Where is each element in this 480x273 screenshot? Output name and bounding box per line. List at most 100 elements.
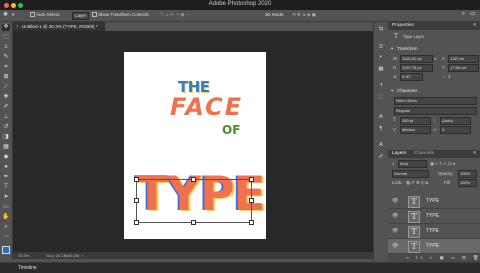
3d-mode-icons[interactable]: ⟲ ✥ ⇲ ◈ ▣ [292, 12, 316, 18]
layer-row[interactable]: 👁︎ T TYPE [388, 224, 480, 239]
crop-tool-icon[interactable]: ⌗ [2, 64, 10, 71]
tool-preset-chevron-icon[interactable]: ▾ [12, 12, 14, 18]
hand-tool-icon[interactable]: ✋ [2, 214, 10, 221]
width-field[interactable]: 1020.52 px [400, 55, 433, 63]
swatches-icon[interactable]: ▦ [377, 66, 385, 73]
link-icon[interactable]: ∞ [434, 56, 437, 61]
font-size-field[interactable]: 250 pt [400, 117, 431, 125]
timeline-label[interactable]: Timeline [18, 265, 37, 271]
color-icon[interactable]: ◐ [377, 54, 385, 61]
tab-channels[interactable]: Channels [414, 151, 434, 156]
transform-handle[interactable] [249, 220, 254, 225]
tracking-field[interactable]: 0 [440, 126, 471, 134]
history-brush-tool-icon[interactable]: ↺ [2, 124, 10, 131]
visibility-eye-icon[interactable]: 👁︎ [392, 228, 398, 234]
paragraph-icon[interactable]: ¶ [377, 126, 385, 133]
x-label: X [442, 56, 445, 61]
stamp-tool-icon[interactable]: ⊥ [2, 114, 10, 121]
show-transform-checkbox[interactable]: Show Transform Controls [92, 12, 149, 18]
quick-select-tool-icon[interactable]: ✎ [2, 54, 10, 61]
kerning-field[interactable]: Metrics [400, 126, 431, 134]
x-field[interactable]: 1.82 cm [448, 55, 479, 63]
transform-handle[interactable] [249, 177, 254, 182]
transform-handle[interactable] [134, 177, 139, 182]
dodge-tool-icon[interactable]: ● [2, 164, 10, 171]
zoom-level[interactable]: 30.3% [18, 253, 29, 258]
glyphs-icon[interactable]: A [377, 142, 385, 149]
frame-tool-icon[interactable]: ⊠ [2, 74, 10, 81]
align-icons[interactable]: ⊤ ⊥ ⊢ ⊣ ⊞ ⋯ [160, 12, 190, 18]
flip-icons[interactable]: ⇔ ⇕ [442, 74, 451, 80]
tab-layers[interactable]: Layers [392, 151, 406, 156]
styles-icon[interactable]: ⬚ [377, 94, 385, 101]
panel-menu-icon[interactable]: ≡ [473, 22, 476, 30]
history-icon[interactable]: ⏲ [377, 44, 385, 51]
lasso-tool-icon[interactable]: ↄ [2, 44, 10, 51]
visibility-eye-icon[interactable]: 👁︎ [392, 213, 398, 219]
opacity-field[interactable]: 100% [458, 170, 477, 178]
character-collapse-icon[interactable]: ▾ [391, 88, 393, 94]
transform-bounding-box[interactable] [136, 179, 252, 223]
adjustments-icon[interactable]: ◑ [377, 82, 385, 89]
layer-kind-label: Type Layer [403, 34, 425, 39]
status-menu-chevron-icon[interactable]: › [82, 253, 83, 258]
transform-handle[interactable] [249, 198, 254, 203]
brush-tool-icon[interactable]: ✐ [2, 104, 10, 111]
pen-tool-icon[interactable]: ✒ [2, 174, 10, 181]
close-tab-icon[interactable]: × [16, 24, 19, 29]
gradient-tool-icon[interactable]: ▦ [2, 144, 10, 151]
w-label: W [393, 56, 398, 61]
panel-menu-icon[interactable]: ≡ [473, 150, 476, 158]
move-tool-icon[interactable]: ✥ [3, 11, 8, 18]
libraries-icon[interactable]: ⇆ [377, 26, 385, 33]
workspace-icon[interactable]: ▭ [470, 11, 475, 17]
transform-handle[interactable] [191, 220, 196, 225]
font-style-dropdown[interactable]: Regular [394, 107, 477, 115]
healing-brush-tool-icon[interactable]: ✚ [2, 94, 10, 101]
transform-handle[interactable] [134, 220, 139, 225]
character-icon[interactable]: A [377, 114, 385, 121]
transform-handle[interactable] [134, 198, 139, 203]
transform-collapse-icon[interactable]: ▾ [391, 46, 393, 52]
auto-select-dropdown[interactable]: Layer [72, 12, 90, 20]
zoom-tool-icon[interactable]: ⌕ [2, 224, 10, 231]
layer-name: TYPE [426, 213, 440, 219]
height-field[interactable]: 1129.75 px [400, 64, 433, 72]
more-tools-icon[interactable]: ⋯ [2, 234, 10, 241]
filter-kind-dropdown[interactable]: Kind [398, 160, 427, 168]
auto-select-checkbox[interactable]: Auto-Select: [30, 12, 61, 18]
document-canvas[interactable]: THE FACE OF TYPE [124, 52, 266, 239]
document-tab[interactable]: × Untitled-1 @ 30.3% (TYPE, RGB/8) * [13, 22, 105, 31]
artwork-text-face: FACE [170, 93, 244, 121]
eraser-tool-icon[interactable]: ◨ [2, 134, 10, 141]
transform-handle[interactable] [191, 177, 196, 182]
properties-title: Properties [392, 23, 414, 28]
fill-field[interactable]: 100% [458, 179, 477, 187]
search-icon[interactable]: ⌕ [462, 11, 465, 18]
blend-mode-dropdown[interactable]: Normal [392, 170, 429, 178]
blur-tool-icon[interactable]: ◆ [2, 154, 10, 161]
path-select-tool-icon[interactable]: ➤ [2, 194, 10, 201]
move-tool-icon[interactable]: ✥ [2, 24, 10, 31]
filter-icons[interactable]: ▣ ◐ T ▭ ⊡ ● [430, 161, 455, 167]
type-tool-icon[interactable]: T [2, 184, 10, 191]
angle-field[interactable]: 0.00° [400, 73, 423, 81]
font-family-dropdown[interactable]: Retro Vibes [394, 97, 477, 105]
layer-name: TYPE [426, 243, 440, 249]
foreground-color-swatch[interactable] [2, 246, 10, 254]
marquee-tool-icon[interactable]: ⬚ [2, 34, 10, 41]
leading-field[interactable]: (Auto) [440, 117, 471, 125]
layer-row[interactable]: 👁︎ T TYPE [388, 209, 480, 224]
right-panel-dock: Properties ≡ T Type Layer ▾ Transform W … [388, 22, 480, 262]
type-layer-thumbnail-icon: T [408, 211, 420, 223]
visibility-eye-icon[interactable]: 👁︎ [392, 243, 398, 249]
visibility-eye-icon[interactable]: 👁︎ [392, 198, 398, 204]
brushes-icon[interactable]: ✐ [377, 154, 385, 161]
layer-actions-icons[interactable]: ∞ fx ◐ ▣ ▭ ⊞ 🗑︎ [406, 255, 480, 261]
lock-icons[interactable]: ▦ ✐ ✥ ⊡ 🔒︎ [406, 180, 428, 186]
shape-tool-icon[interactable]: ▭ [2, 204, 10, 211]
layer-row[interactable]: 👁︎ T TYPE [388, 194, 480, 209]
layer-row-selected[interactable]: 👁︎ T TYPE [388, 239, 480, 254]
eyedropper-tool-icon[interactable]: ∕ [2, 84, 10, 91]
y-field[interactable]: 17.83 cm [448, 64, 479, 72]
